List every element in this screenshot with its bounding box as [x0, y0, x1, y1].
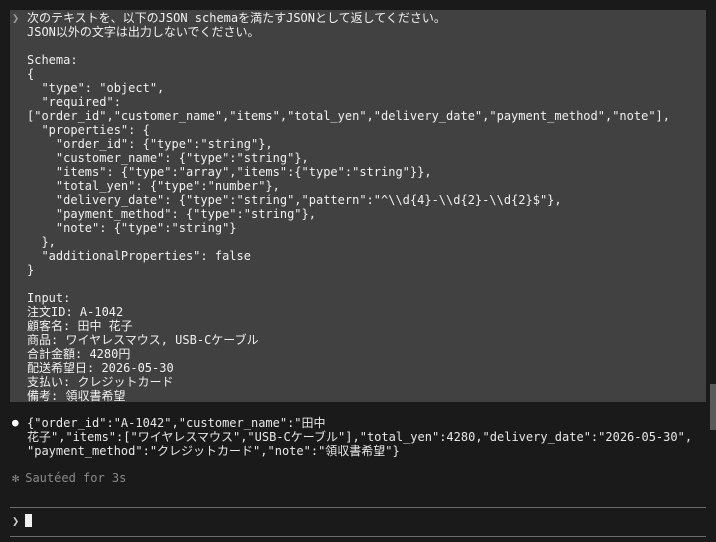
- text-cursor: [25, 514, 33, 527]
- status-text: Sautéed for 3s: [25, 471, 127, 485]
- scrollbar-thumb[interactable]: [710, 384, 716, 430]
- input-chevron-icon: ❯: [12, 514, 20, 528]
- status-line: ✻ Sautéed for 3s: [12, 471, 126, 485]
- input-divider-bottom: [10, 536, 706, 537]
- response-text: {"order_id":"A-1042","customer_name":"田中…: [27, 416, 693, 458]
- sparkle-icon: ✻: [12, 471, 20, 485]
- prompt-input[interactable]: ❯: [12, 514, 33, 528]
- user-prompt-block: ❯ 次のテキストを、以下のJSON schemaを満たすJSONとして返してくだ…: [10, 10, 706, 403]
- response-bullet-icon: ●: [12, 416, 19, 429]
- user-prompt-text: 次のテキストを、以下のJSON schemaを満たすJSONとして返してください…: [27, 11, 670, 403]
- prompt-chevron-icon: ❯: [12, 11, 20, 25]
- input-divider-top: [10, 507, 706, 508]
